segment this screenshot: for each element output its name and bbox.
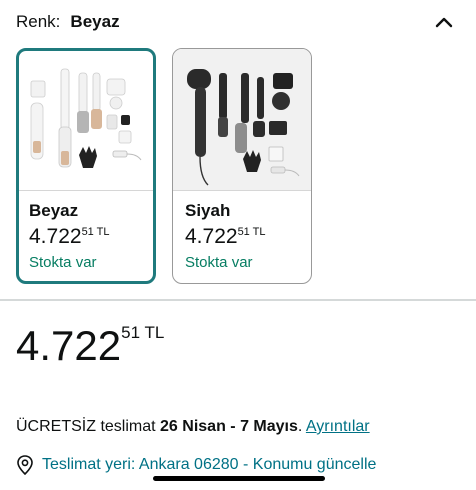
swatch-price-main: 4.722: [185, 225, 238, 248]
swatch-price-currency: TL: [252, 226, 266, 238]
swatch-beyaz[interactable]: Beyaz 4.72251 TL Stokta var: [16, 48, 156, 284]
price-currency: TL: [144, 323, 165, 342]
price-main: 4.722: [16, 322, 122, 369]
swatch-price: 4.72251 TL: [29, 225, 110, 249]
price-fraction: 51: [121, 323, 141, 342]
swatch-stock-status: Stokta var: [29, 254, 97, 271]
chevron-up-icon: [435, 17, 453, 28]
section-divider: [0, 299, 476, 301]
delivery-location-link[interactable]: Teslimat yeri: Ankara 06280 - Konumu gün…: [16, 455, 376, 475]
location-text: Teslimat yeri: Ankara 06280 - Konumu gün…: [42, 456, 377, 473]
variant-header: Renk: Beyaz: [16, 10, 460, 34]
product-image-black: [173, 49, 311, 190]
swatch-name: Siyah: [185, 201, 231, 220]
swatch-stock-status: Stokta var: [185, 254, 253, 271]
collapse-button[interactable]: [434, 12, 454, 32]
delivery-details-link[interactable]: Ayrıntılar: [306, 418, 370, 435]
swatch-price-fraction: 51: [237, 226, 250, 238]
swatch-divider: [19, 190, 153, 191]
delivery-prefix: ÜCRETSİZ teslimat: [16, 418, 156, 435]
delivery-suffix: .: [297, 418, 303, 435]
variant-label: Renk:: [16, 12, 61, 31]
swatch-siyah[interactable]: Siyah 4.72251 TL Stokta var: [172, 48, 312, 284]
product-image-white: [19, 51, 153, 190]
home-indicator[interactable]: [153, 476, 325, 481]
swatch-price: 4.72251 TL: [185, 225, 266, 249]
location-pin-icon: [17, 455, 33, 475]
swatch-price-fraction: 51: [81, 226, 94, 238]
swatch-price-main: 4.722: [29, 225, 82, 248]
swatch-price-currency: TL: [96, 226, 110, 238]
swatch-name: Beyaz: [29, 201, 79, 220]
product-price: 4.72251 TL: [16, 322, 164, 370]
delivery-info: ÜCRETSİZ teslimat 26 Nisan - 7 Mayıs. Ay…: [16, 418, 370, 436]
swatch-divider: [173, 190, 311, 191]
delivery-dates: 26 Nisan - 7 Mayıs: [160, 418, 298, 435]
variant-selected-value: Beyaz: [70, 12, 120, 31]
